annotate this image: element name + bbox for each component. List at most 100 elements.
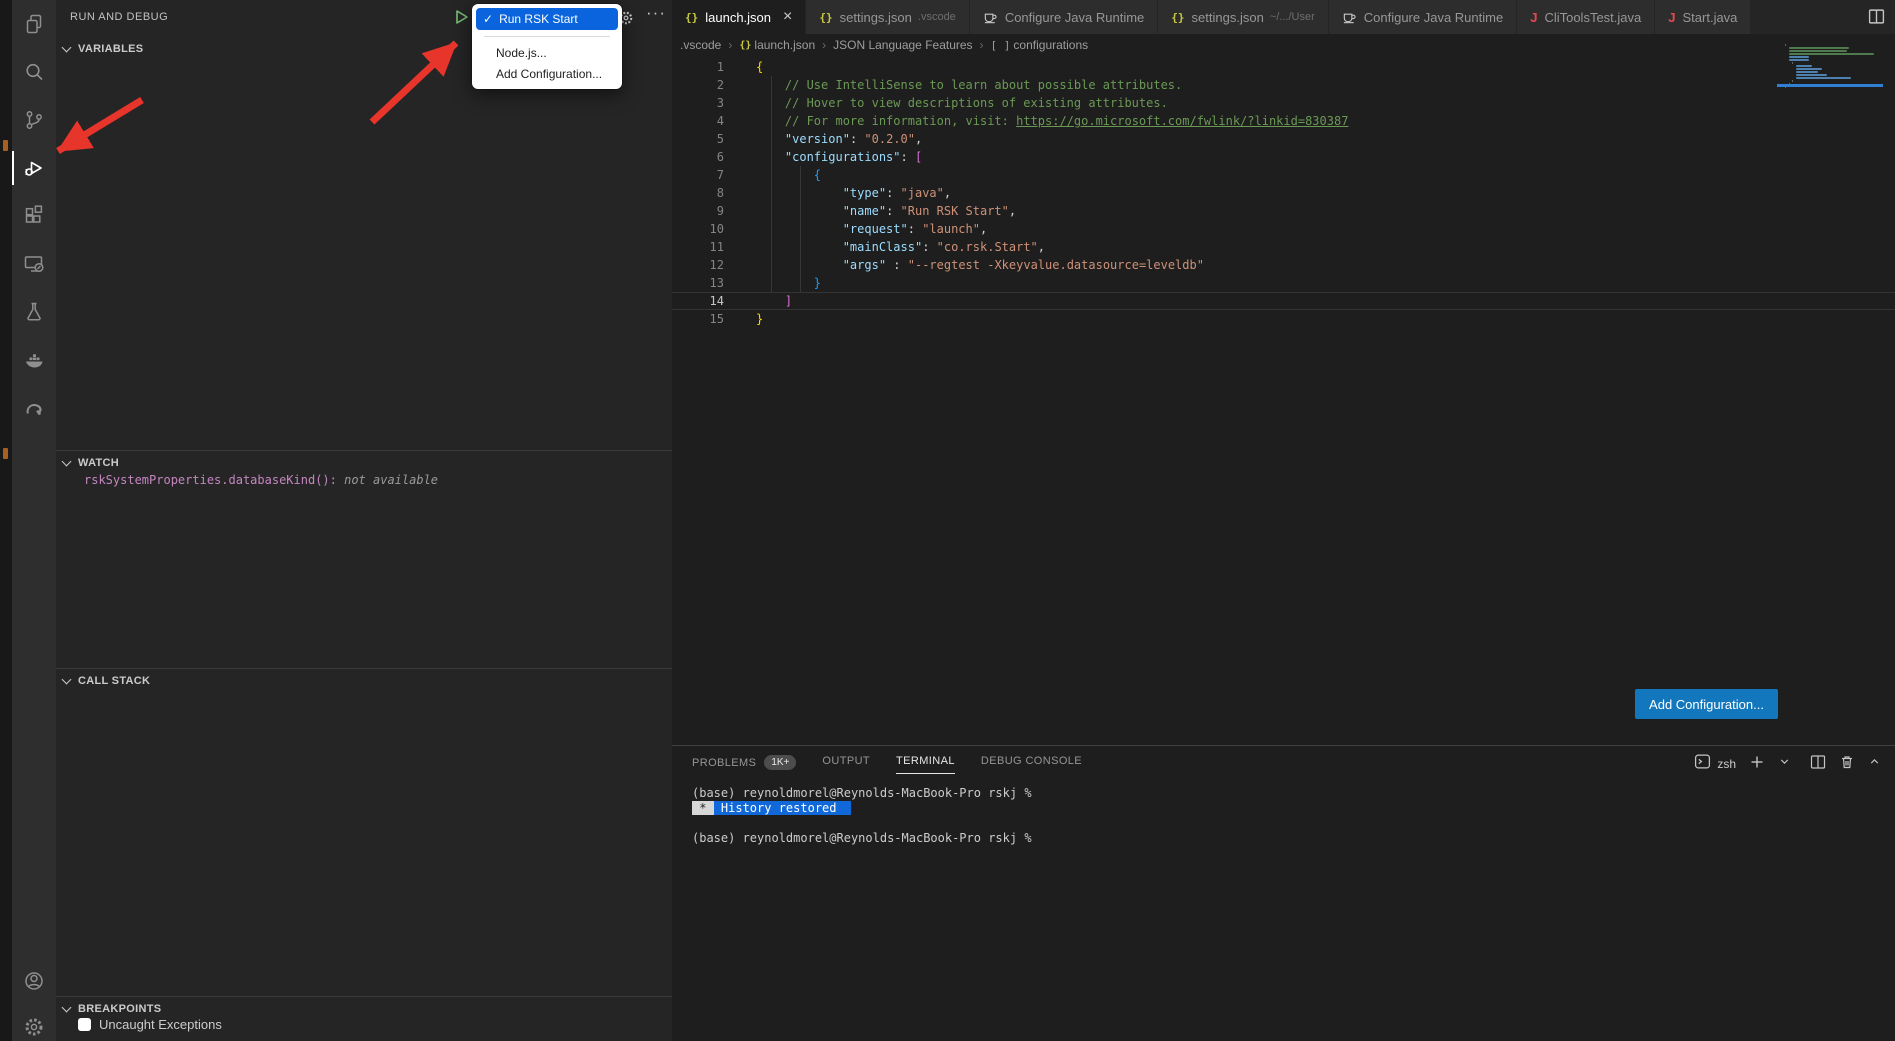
chevron-down-icon — [62, 1002, 72, 1012]
selected-config-label: Run RSK Start — [499, 12, 578, 26]
panel-tab-terminal[interactable]: TERMINAL — [896, 755, 955, 774]
line-number[interactable]: 15 — [672, 310, 738, 328]
line-number[interactable]: 4 — [672, 112, 738, 130]
code-line-7[interactable]: 7 { — [672, 166, 1895, 184]
breakpoint-item[interactable]: Uncaught Exceptions — [78, 1017, 222, 1032]
code-line-2[interactable]: 2 // Use IntelliSense to learn about pos… — [672, 76, 1895, 94]
more-actions-icon[interactable]: ··· — [646, 3, 666, 23]
shell-name-label[interactable]: zsh — [1717, 757, 1736, 771]
code-line-3[interactable]: 3 // Hover to view descriptions of exist… — [672, 94, 1895, 112]
edge-mark — [3, 448, 8, 459]
watch-expression-row[interactable]: rskSystemProperties.databaseKind(): not … — [84, 473, 438, 487]
line-number[interactable]: 5 — [672, 130, 738, 148]
tab-clitoolstest-java[interactable]: JCliToolsTest.java — [1517, 0, 1655, 34]
kill-terminal-icon[interactable] — [1839, 754, 1855, 775]
line-number[interactable]: 2 — [672, 76, 738, 94]
line-number[interactable]: 11 — [672, 238, 738, 256]
new-terminal-icon[interactable] — [1749, 754, 1765, 775]
settings-gear-icon[interactable] — [12, 1003, 56, 1041]
extensions-icon[interactable] — [12, 192, 56, 240]
docker-icon[interactable] — [12, 336, 56, 384]
breadcrumb-item-json-language-features[interactable]: JSON Language Features — [833, 38, 972, 52]
chevron-down-icon — [62, 674, 72, 684]
code-line-4[interactable]: 4 // For more information, visit: https:… — [672, 112, 1895, 130]
code-line-8[interactable]: 8 "type": "java", — [672, 184, 1895, 202]
breadcrumb-item-launch-json[interactable]: {}launch.json — [739, 38, 815, 52]
gradle-icon[interactable] — [12, 384, 56, 432]
maximize-panel-icon[interactable] — [1868, 755, 1881, 773]
code-line-11[interactable]: 11 "mainClass": "co.rsk.Start", — [672, 238, 1895, 256]
terminal-dropdown-chevron-icon[interactable] — [1778, 755, 1791, 773]
breadcrumb-item-configurations[interactable]: [ ]configurations — [991, 38, 1089, 52]
split-terminal-icon[interactable] — [1810, 754, 1826, 775]
start-debugging-icon[interactable] — [454, 9, 470, 30]
explorer-icon[interactable] — [12, 0, 56, 48]
chevron-down-icon — [62, 42, 72, 52]
code-line-15[interactable]: 15} — [672, 310, 1895, 328]
line-number[interactable]: 13 — [672, 274, 738, 292]
split-editor-icon[interactable] — [1868, 8, 1885, 30]
line-number[interactable]: 3 — [672, 94, 738, 112]
panel-tab-output[interactable]: OUTPUT — [822, 755, 870, 774]
terminal-output[interactable]: (base) reynoldmorel@Reynolds-MacBook-Pro… — [692, 786, 1032, 846]
remote-explorer-icon[interactable] — [12, 240, 56, 288]
code-line-6[interactable]: 6 "configurations": [ — [672, 148, 1895, 166]
uncaught-exceptions-checkbox[interactable] — [78, 1018, 91, 1031]
java-runtime-icon — [983, 10, 998, 25]
tab-label: launch.json — [705, 10, 771, 25]
debug-config-menu-items: Node.js...Add Configuration... — [476, 43, 618, 85]
menu-item-add-configuration-[interactable]: Add Configuration... — [476, 64, 618, 85]
tab-bar: {}launch.json×{}settings.json.vscodeConf… — [672, 0, 1895, 34]
watch-section-header[interactable]: WATCH — [56, 452, 672, 474]
code-line-12[interactable]: 12 "args" : "--regtest -Xkeyvalue.dataso… — [672, 256, 1895, 274]
minimap-current-line — [1777, 84, 1883, 87]
accounts-icon[interactable] — [12, 957, 56, 1005]
search-icon[interactable] — [12, 48, 56, 96]
testing-icon[interactable] — [12, 288, 56, 336]
tab-start-java[interactable]: JStart.java — [1655, 0, 1751, 34]
run-and-debug-sidebar: RUN AND DEBUG ··· VARIABLES WATCH rskSys… — [56, 0, 672, 1041]
tab-label: Configure Java Runtime — [1005, 10, 1144, 25]
code-editor[interactable]: 1{2 // Use IntelliSense to learn about p… — [672, 58, 1895, 328]
breadcrumb-item--vscode[interactable]: .vscode — [680, 38, 721, 52]
line-number[interactable]: 8 — [672, 184, 738, 202]
code-line-13[interactable]: 13 } — [672, 274, 1895, 292]
tab-configure-java-runtime[interactable]: Configure Java Runtime — [970, 0, 1158, 34]
sidebar-title: RUN AND DEBUG — [70, 0, 168, 34]
code-line-1[interactable]: 1{ — [672, 58, 1895, 76]
tab-path-suffix: .vscode — [918, 11, 956, 23]
terminal-line: (base) reynoldmorel@Reynolds-MacBook-Pro… — [692, 786, 1032, 801]
section-divider — [56, 450, 672, 451]
tab-settings-json[interactable]: {}settings.json.vscode — [806, 0, 969, 34]
line-number[interactable]: 10 — [672, 220, 738, 238]
menu-item-node-js-[interactable]: Node.js... — [476, 43, 618, 64]
call-stack-section-header[interactable]: CALL STACK — [56, 670, 672, 692]
panel-tabs: PROBLEMS1K+ OUTPUT TERMINAL DEBUG CONSOLE — [692, 755, 1082, 777]
line-number[interactable]: 1 — [672, 58, 738, 76]
variables-label: VARIABLES — [78, 43, 143, 55]
source-control-icon[interactable] — [12, 96, 56, 144]
code-line-9[interactable]: 9 "name": "Run RSK Start", — [672, 202, 1895, 220]
line-number[interactable]: 12 — [672, 256, 738, 274]
line-number[interactable]: 6 — [672, 148, 738, 166]
close-tab-icon[interactable]: × — [783, 9, 792, 25]
terminal-line — [692, 816, 1032, 831]
code-line-10[interactable]: 10 "request": "launch", — [672, 220, 1895, 238]
tab-configure-java-runtime[interactable]: Configure Java Runtime — [1329, 0, 1517, 34]
code-line-5[interactable]: 5 "version": "0.2.0", — [672, 130, 1895, 148]
terminal-icon[interactable] — [1694, 753, 1711, 775]
panel-tab-debug-console[interactable]: DEBUG CONSOLE — [981, 755, 1082, 774]
add-configuration-button[interactable]: Add Configuration... — [1635, 689, 1778, 719]
run-and-debug-icon[interactable] — [12, 144, 56, 192]
minimap[interactable] — [1785, 44, 1883, 100]
line-number[interactable]: 14 — [672, 292, 738, 310]
breadcrumb-separator: › — [728, 38, 732, 52]
line-number[interactable]: 7 — [672, 166, 738, 184]
panel-tab-problems[interactable]: PROBLEMS1K+ — [692, 755, 796, 777]
menu-item-selected[interactable]: ✓ Run RSK Start — [476, 8, 618, 30]
line-number[interactable]: 9 — [672, 202, 738, 220]
tab-launch-json[interactable]: {}launch.json× — [672, 0, 806, 34]
code-line-14[interactable]: 14 ] — [672, 292, 1895, 310]
tab-settings-json[interactable]: {}settings.json~/.../User — [1158, 0, 1328, 34]
breadcrumb: .vscode›{}launch.json›JSON Language Feat… — [680, 34, 1088, 56]
